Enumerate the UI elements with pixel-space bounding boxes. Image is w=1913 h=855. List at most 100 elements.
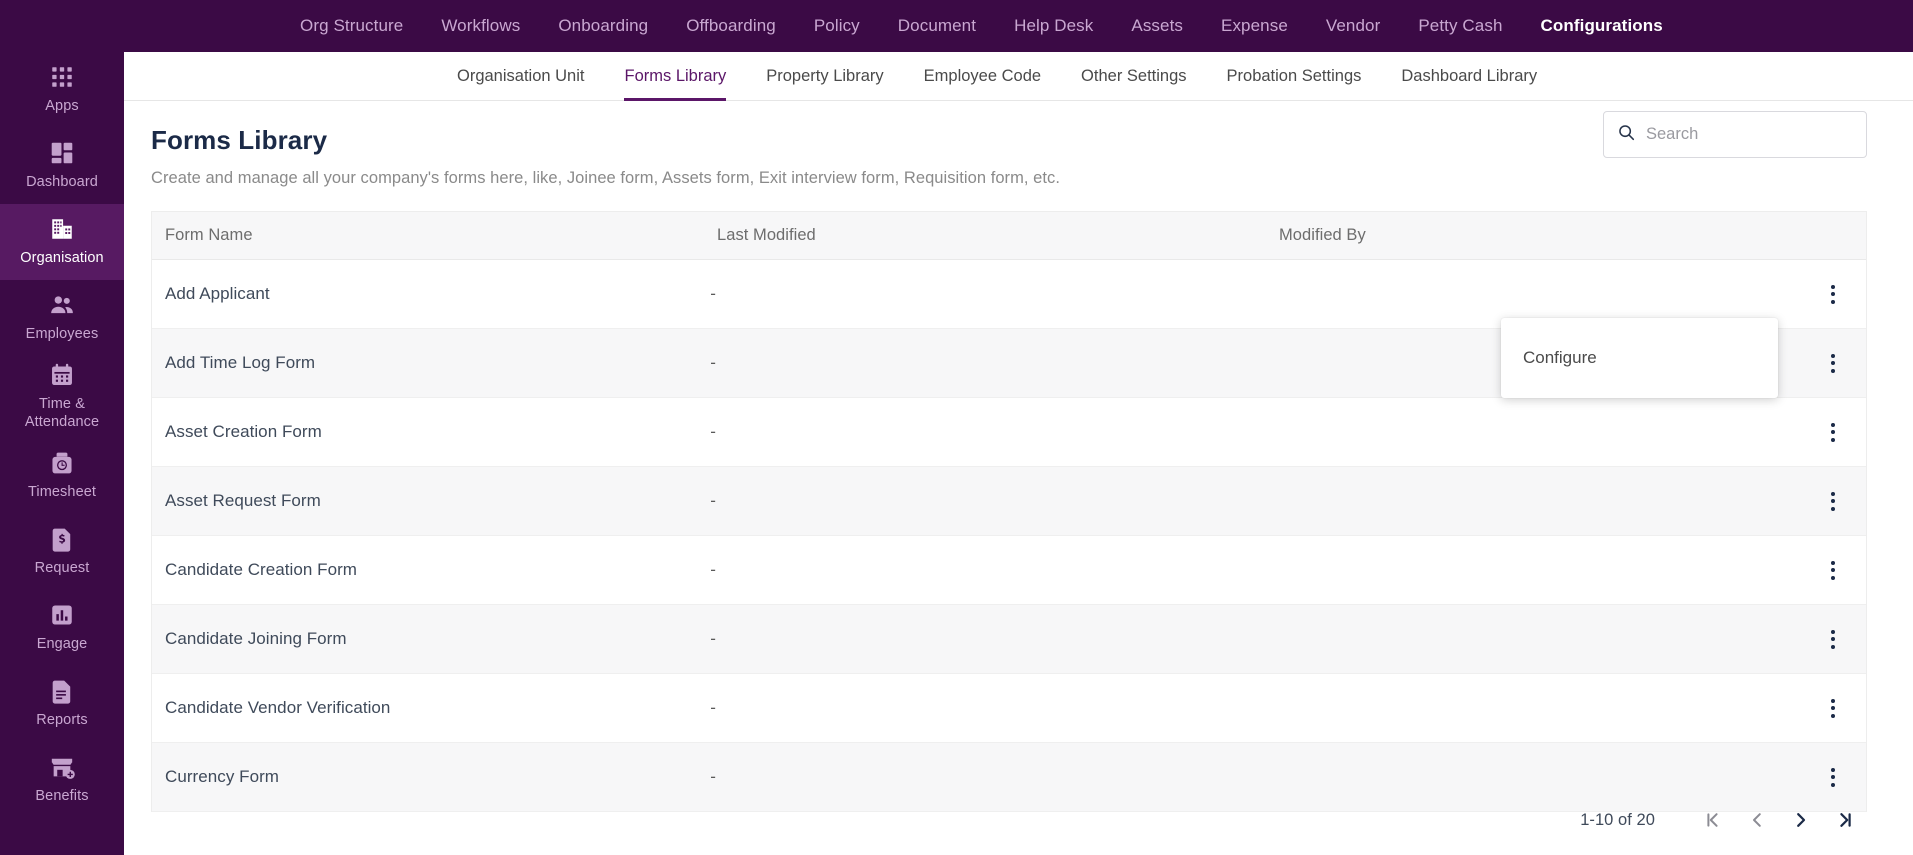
topnav-item-policy[interactable]: Policy <box>814 0 860 52</box>
tab-organisation-unit[interactable]: Organisation Unit <box>457 52 584 101</box>
topnav-item-vendor[interactable]: Vendor <box>1326 0 1380 52</box>
sidebar-item-organisation[interactable]: Organisation <box>0 204 124 280</box>
topnav-item-configurations[interactable]: Configurations <box>1541 0 1663 52</box>
cell-last-modified: - <box>710 698 716 717</box>
top-nav-list: Org Structure Workflows Onboarding Offbo… <box>300 0 1663 52</box>
cell-form-name: Add Time Log Form <box>165 353 316 372</box>
topnav-item-org-structure[interactable]: Org Structure <box>300 0 403 52</box>
sidebar-item-label: Time & Attendance <box>24 396 100 431</box>
cell-last-modified: - <box>710 353 716 372</box>
sidebar-item-label: Apps <box>45 98 79 115</box>
table-row[interactable]: Candidate Joining Form - <box>152 605 1866 674</box>
topnav-item-petty-cash[interactable]: Petty Cash <box>1418 0 1502 52</box>
grid-apps-icon <box>49 64 75 90</box>
money-document-icon <box>49 526 75 552</box>
store-plus-icon <box>49 754 75 780</box>
topnav-item-offboarding[interactable]: Offboarding <box>686 0 776 52</box>
tab-employee-code[interactable]: Employee Code <box>924 52 1041 101</box>
sidebar-item-label: Reports <box>36 711 88 728</box>
menu-item-configure[interactable]: Configure <box>1501 318 1778 398</box>
column-header-last-modified: Last Modified <box>717 226 816 244</box>
sub-navigation-tabs: Organisation Unit Forms Library Property… <box>124 52 1913 101</box>
sidebar-item-label: Engage <box>36 635 88 652</box>
first-page-icon <box>1703 810 1723 830</box>
main-content: Organisation Unit Forms Library Property… <box>124 52 1913 855</box>
row-context-menu: Configure <box>1501 318 1778 398</box>
cell-form-name: Asset Creation Form <box>165 422 322 441</box>
table-row[interactable]: Asset Request Form - <box>152 467 1866 536</box>
page-header: Forms Library Create and manage all your… <box>124 101 1913 188</box>
sidebar-item-label: Timesheet <box>27 483 97 500</box>
table-row[interactable]: Candidate Vendor Verification - <box>152 674 1866 743</box>
row-actions-kebab-icon[interactable] <box>1820 348 1846 378</box>
tab-forms-library[interactable]: Forms Library <box>624 52 726 101</box>
sidebar-item-label: Organisation <box>20 250 104 267</box>
clock-bag-icon <box>49 450 75 476</box>
cell-last-modified: - <box>710 767 716 786</box>
last-page-icon <box>1835 810 1855 830</box>
tab-property-library[interactable]: Property Library <box>766 52 883 101</box>
cell-last-modified: - <box>710 422 716 441</box>
left-sidebar: Apps Dashboard Organisation Employees Ti… <box>0 0 124 855</box>
topnav-item-workflows[interactable]: Workflows <box>441 0 520 52</box>
sidebar-item-time-attendance[interactable]: Time & Attendance <box>0 356 124 437</box>
sidebar-item-label: Dashboard <box>26 174 98 191</box>
sidebar-item-reports[interactable]: Reports <box>0 665 124 741</box>
row-actions-kebab-icon[interactable] <box>1820 624 1846 654</box>
people-icon <box>49 292 75 318</box>
cell-form-name: Candidate Joining Form <box>165 629 347 648</box>
sidebar-item-apps[interactable]: Apps <box>0 52 124 128</box>
sidebar-item-engage[interactable]: Engage <box>0 589 124 665</box>
chevron-right-icon <box>1791 810 1811 830</box>
sidebar-item-employees[interactable]: Employees <box>0 280 124 356</box>
cell-last-modified: - <box>710 629 716 648</box>
pagination-range-label: 1-10 of 20 <box>1580 810 1655 829</box>
sidebar-item-label: Request <box>34 559 90 576</box>
column-header-modified-by: Modified By <box>1279 226 1366 244</box>
cell-last-modified: - <box>710 491 716 510</box>
forms-table: Form Name Last Modified Modified By Add … <box>151 211 1867 812</box>
last-page-button[interactable] <box>1823 798 1867 842</box>
cell-form-name: Asset Request Form <box>165 491 321 510</box>
dashboard-icon <box>49 140 75 166</box>
tab-dashboard-library[interactable]: Dashboard Library <box>1401 52 1537 101</box>
topnav-item-assets[interactable]: Assets <box>1131 0 1183 52</box>
top-navigation-bar: Org Structure Workflows Onboarding Offbo… <box>0 0 1913 52</box>
topnav-item-document[interactable]: Document <box>898 0 976 52</box>
table-row[interactable]: Candidate Creation Form - <box>152 536 1866 605</box>
column-header-form-name: Form Name <box>165 226 253 244</box>
row-actions-kebab-icon[interactable] <box>1820 555 1846 585</box>
tab-probation-settings[interactable]: Probation Settings <box>1227 52 1362 101</box>
tab-other-settings[interactable]: Other Settings <box>1081 52 1186 101</box>
cell-form-name: Currency Form <box>165 767 279 786</box>
cell-last-modified: - <box>710 284 716 303</box>
sidebar-item-benefits[interactable]: Benefits <box>0 741 124 817</box>
table-row[interactable]: Asset Creation Form - <box>152 398 1866 467</box>
sidebar-item-label: Employees <box>25 326 99 343</box>
page-subtitle: Create and manage all your company's for… <box>151 169 1060 187</box>
row-actions-kebab-icon[interactable] <box>1820 279 1846 309</box>
topnav-item-help-desk[interactable]: Help Desk <box>1014 0 1093 52</box>
row-actions-kebab-icon[interactable] <box>1820 486 1846 516</box>
building-icon <box>49 216 75 242</box>
row-actions-kebab-icon[interactable] <box>1820 762 1846 792</box>
sidebar-item-timesheet[interactable]: Timesheet <box>0 437 124 513</box>
sidebar-item-request[interactable]: Request <box>0 513 124 589</box>
bar-chart-icon <box>49 602 75 628</box>
table-header-row: Form Name Last Modified Modified By <box>152 212 1866 260</box>
topnav-item-onboarding[interactable]: Onboarding <box>558 0 648 52</box>
next-page-button[interactable] <box>1779 798 1823 842</box>
row-actions-kebab-icon[interactable] <box>1820 693 1846 723</box>
search-box[interactable] <box>1603 111 1867 158</box>
search-input[interactable] <box>1646 125 1852 144</box>
sidebar-item-dashboard[interactable]: Dashboard <box>0 128 124 204</box>
topnav-item-expense[interactable]: Expense <box>1221 0 1288 52</box>
previous-page-button[interactable] <box>1735 798 1779 842</box>
first-page-button[interactable] <box>1691 798 1735 842</box>
pagination-controls: 1-10 of 20 <box>1580 797 1867 843</box>
chevron-left-icon <box>1747 810 1767 830</box>
cell-form-name: Candidate Vendor Verification <box>165 698 391 717</box>
row-actions-kebab-icon[interactable] <box>1820 417 1846 447</box>
report-document-icon <box>49 678 75 704</box>
search-icon <box>1618 124 1635 146</box>
